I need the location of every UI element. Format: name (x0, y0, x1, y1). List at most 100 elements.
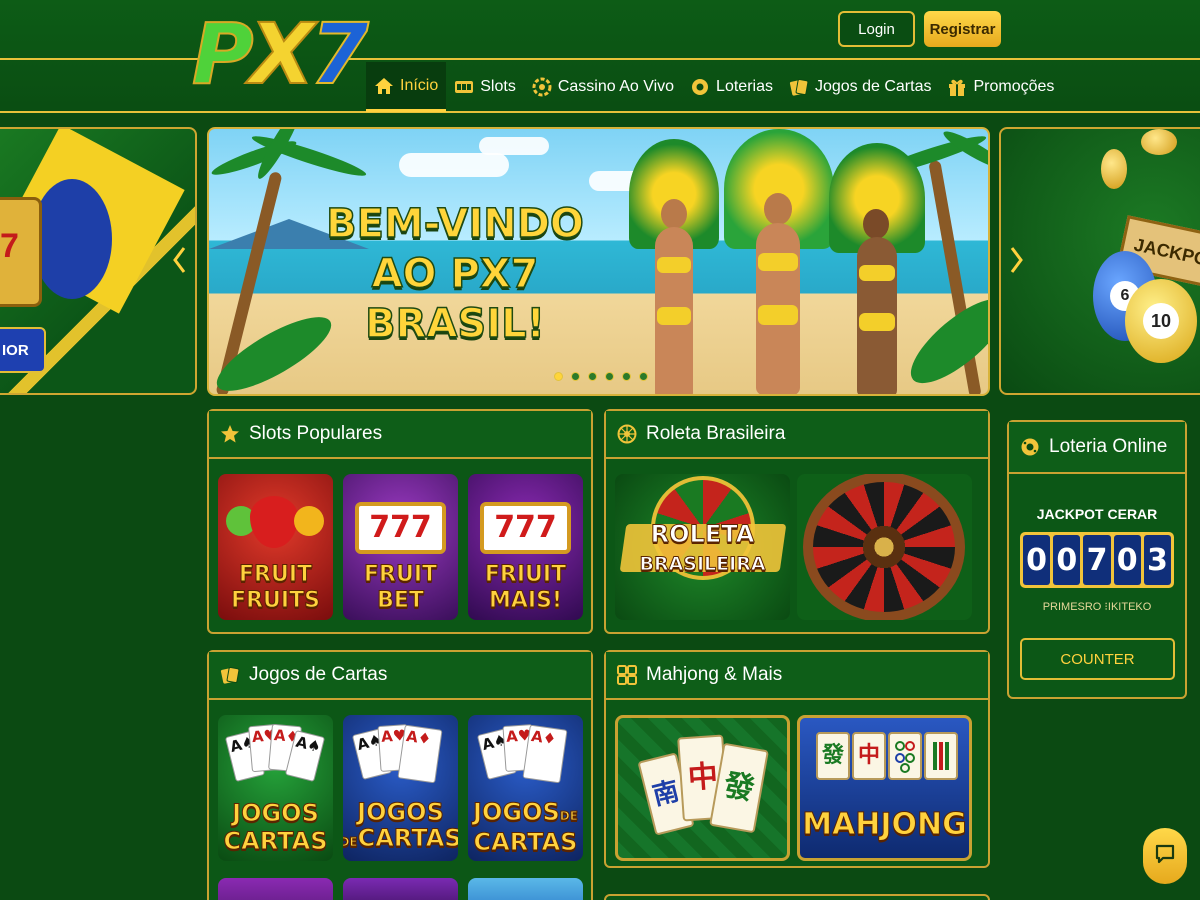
game-tile-jogos-de-cartas-2[interactable]: A♠ A♥ A♦ JOGOSDE CARTAS (468, 715, 583, 861)
logo-letter-x: X (249, 5, 316, 103)
mahjong-tile: 發 (816, 732, 850, 780)
header-divider-left (0, 58, 200, 60)
roulette-wheel-image (803, 474, 965, 620)
carousel-next-slide[interactable]: JACKPO 6 10 (999, 127, 1200, 395)
cards-icon (219, 664, 241, 686)
nav-item-inicio[interactable]: Início (366, 62, 447, 112)
next-section-edge (604, 894, 990, 900)
section-title: Jogos de Cartas (249, 664, 388, 685)
carousel-dot[interactable] (622, 372, 631, 381)
nav-item-cassino-ao-vivo[interactable]: Cassino Ao Vivo (524, 62, 682, 112)
logo-number-7: 7 (309, 5, 370, 103)
section-title: Loteria Online (1049, 436, 1168, 457)
game-tile-jogos-de-cartas[interactable]: A♠ A♥ A♦ JOGOS DECARTAS (343, 715, 458, 861)
section-header: Roleta Brasileira (606, 411, 988, 459)
slot-seven: 7 (0, 227, 19, 265)
game-tile-partial[interactable] (218, 878, 333, 900)
carousel-next-arrow-icon[interactable] (1010, 246, 1024, 281)
logo-letter-p: P (191, 5, 255, 103)
lottery-ball-icon (690, 77, 710, 97)
nav-label: Cassino Ao Vivo (557, 78, 675, 95)
nav-label: Jogos de Cartas (814, 78, 932, 95)
site-header: PX7 Login Registrar Início Slots Cassino… (0, 0, 1200, 114)
jackpot-digit: 0 (1023, 535, 1051, 585)
nav-item-loterias[interactable]: Loterias (682, 62, 781, 112)
chat-icon (1153, 842, 1177, 871)
game-tile-fruit-bet[interactable]: 777 FRUIT BET (343, 474, 458, 620)
section-title: Roleta Brasileira (646, 423, 786, 444)
coin-image (1141, 129, 1177, 155)
jackpot-counter: 0 0 7 0 3 (1020, 532, 1174, 588)
nav-item-jogos-de-cartas[interactable]: Jogos de Cartas (781, 62, 940, 112)
tile-label: JOGOSDECARTAS (473, 798, 579, 856)
jackpot-sub-label: PRIMESRO ⁝IKITEKO (1042, 601, 1152, 613)
carousel-dot[interactable] (605, 372, 614, 381)
carousel-dot[interactable] (554, 372, 563, 381)
header-divider-right (334, 58, 1200, 60)
cloud (479, 137, 549, 155)
fruit-image (294, 506, 324, 536)
jackpot-label: JACKPOT CERAR (1036, 506, 1158, 522)
section-title: Slots Populares (249, 423, 383, 444)
lottery-ball-icon (1019, 436, 1041, 458)
carousel-dot[interactable] (639, 372, 648, 381)
live-chat-button[interactable] (1143, 828, 1187, 884)
tile-label: FRIUIT MAIS! (484, 562, 567, 614)
main-nav: Início Slots Cassino Ao Vivo Loterias Jo… (366, 62, 1062, 112)
slot-reels: 777 (480, 502, 571, 554)
nav-label: Slots (480, 78, 516, 95)
nav-item-slots[interactable]: Slots (446, 62, 524, 112)
game-tile-friuit-mais[interactable]: 777 FRIUIT MAIS! (468, 474, 583, 620)
login-button[interactable]: Login (838, 11, 915, 47)
game-tile-jogos-cartas[interactable]: A♠ A♥ A♦ A♠ JOGOS CARTAS (218, 715, 333, 861)
carousel-dots (554, 372, 648, 381)
mahjong-section: Mahjong & Mais 南 中 發 發 中 MAHJONG (604, 650, 990, 868)
game-tile-mahjong[interactable]: 發 中 MAHJONG (797, 715, 972, 861)
nav-item-promocoes[interactable]: Promoções (939, 62, 1062, 112)
tile-label: FRUIT BET (363, 562, 438, 614)
playing-card: A♦ (522, 724, 568, 784)
mahjong-tile-dots (888, 732, 922, 780)
cards-icon (789, 77, 809, 97)
cloud (399, 153, 509, 177)
game-tile-roulette-wheel[interactable] (797, 474, 972, 620)
tile-label: ROLETA BRASILEIRA (639, 520, 766, 576)
tile-label: MAHJONG (802, 807, 968, 842)
game-tile-mahjong-tiles[interactable]: 南 中 發 (615, 715, 790, 861)
nav-label: Loterias (716, 78, 773, 95)
slots-section: Slots Populares FRUIT FRUITS 777 FRUIT BET… (207, 409, 593, 634)
nav-label: Início (400, 76, 439, 94)
slot-machine-icon (454, 77, 474, 97)
left-slide-button[interactable]: IOR (0, 327, 46, 373)
playing-card: A♦ (397, 724, 443, 784)
px7-logo[interactable]: PX7 (191, 5, 370, 103)
register-button[interactable]: Registrar (924, 11, 1001, 47)
game-tile-partial[interactable] (468, 878, 583, 900)
lottery-ball-yellow: 10 (1125, 279, 1197, 363)
game-tile-fruit-fruits[interactable]: FRUIT FRUITS (218, 474, 333, 620)
carousel-prev-arrow-icon[interactable] (172, 246, 186, 281)
carousel-dot[interactable] (571, 372, 580, 381)
carousel-prev-slide[interactable]: 7 IOR (0, 127, 197, 395)
roleta-section: Roleta Brasileira ROLETA BRASILEIRA (604, 409, 990, 634)
coin-image (1101, 149, 1127, 189)
brazil-flag-globe (32, 179, 112, 299)
counter-button[interactable]: COUNTER (1020, 638, 1175, 680)
hero-banner[interactable]: BEM-VINDO AO PX7 BRASIL! (207, 127, 990, 396)
game-tile-roleta-brasileira[interactable]: ROLETA BRASILEIRA (615, 474, 790, 620)
mahjong-icon (616, 664, 638, 686)
tile-label: JOGOSDECARTAS (343, 798, 458, 852)
jackpot-digit: 0 (1113, 535, 1141, 585)
section-header: Loteria Online (1009, 422, 1185, 474)
cartas-section: Jogos de Cartas A♠ A♥ A♦ A♠ JOGOS CARTAS … (207, 650, 593, 900)
jackpot-digit: 3 (1143, 535, 1172, 585)
section-header: Jogos de Cartas (209, 652, 591, 700)
game-tile-partial[interactable] (343, 878, 458, 900)
banner-title: BEM-VINDO AO PX7 BRASIL! (325, 200, 584, 348)
nav-label: Promoções (973, 78, 1055, 95)
roulette-icon (616, 423, 638, 445)
chip-icon (532, 77, 552, 97)
section-header: Slots Populares (209, 411, 591, 459)
carousel-dot[interactable] (588, 372, 597, 381)
home-icon (374, 76, 394, 96)
